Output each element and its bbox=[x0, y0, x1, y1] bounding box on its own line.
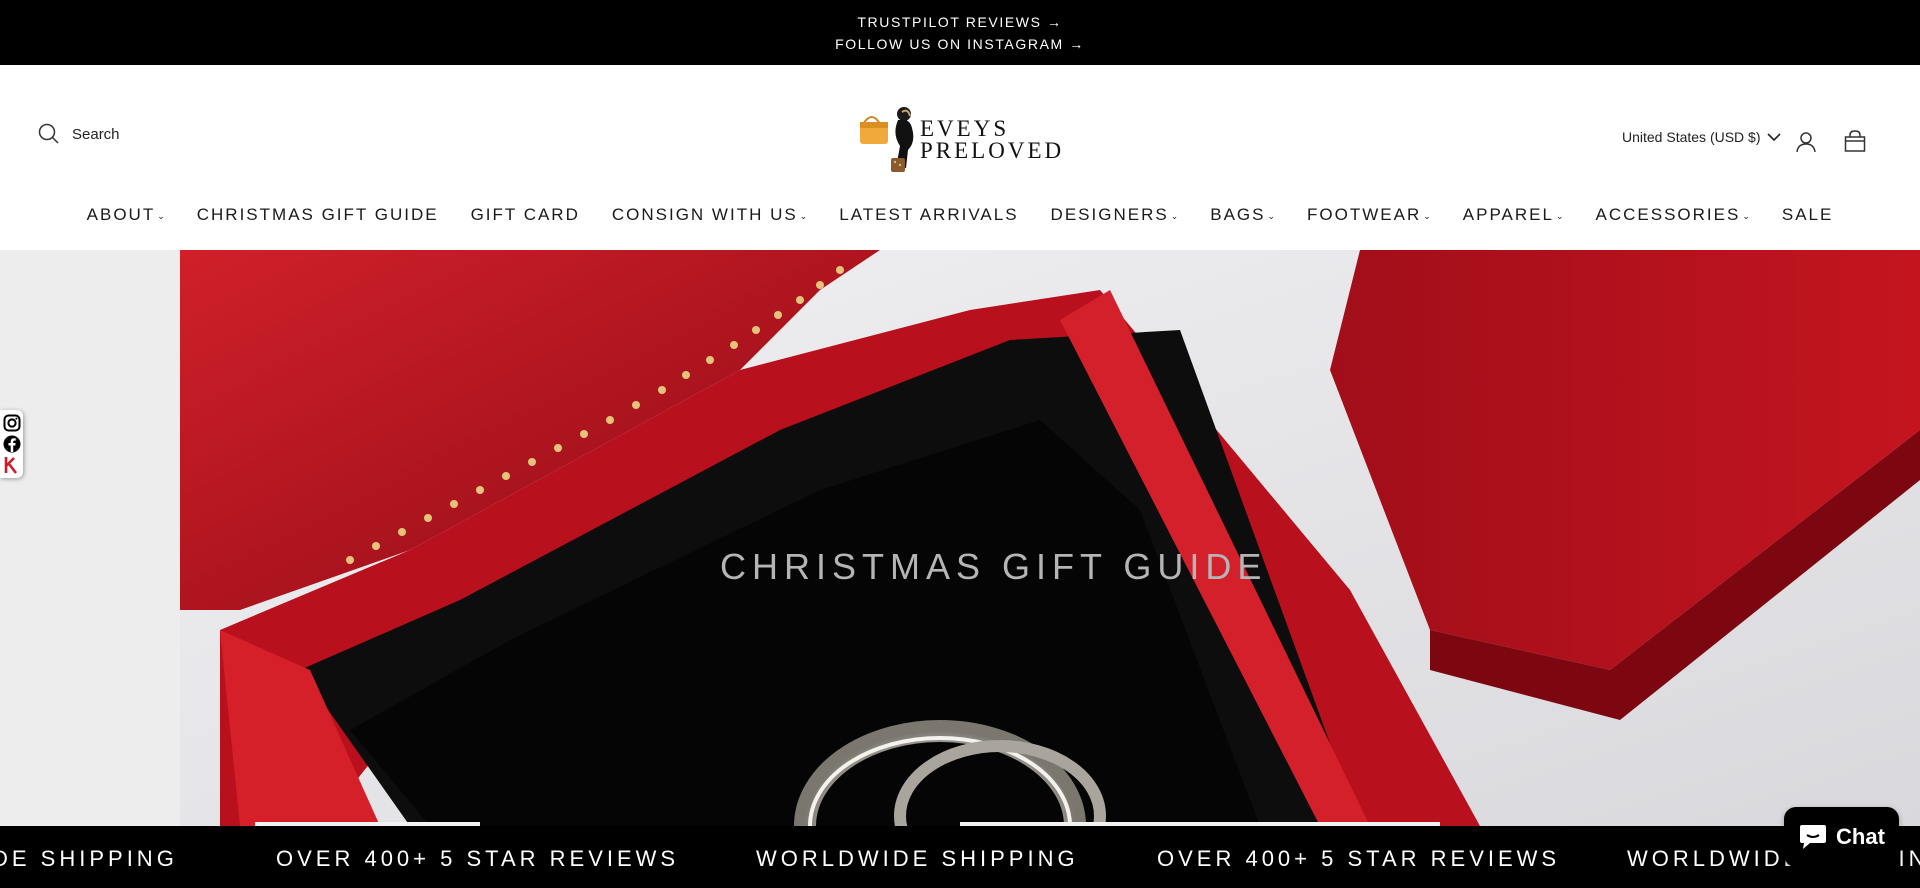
chevron-down-icon: ⌄ bbox=[799, 210, 808, 221]
logo-illustration-icon bbox=[860, 107, 914, 172]
cart-button[interactable] bbox=[1843, 129, 1867, 158]
chevron-down-icon: ⌄ bbox=[1555, 210, 1564, 221]
nav-item-gift-card[interactable]: GIFT CARD bbox=[455, 205, 596, 225]
currency-label: United States (USD $) bbox=[1622, 129, 1761, 145]
marquee-item: OVER 400+ 5 STAR REVIEWS bbox=[1157, 846, 1561, 871]
chat-bubble-icon bbox=[1800, 825, 1827, 849]
site-header: Search EVEYS PRELOVED United States (USD… bbox=[0, 65, 1920, 250]
chevron-down-icon bbox=[1766, 133, 1781, 142]
chat-label: Chat bbox=[1836, 824, 1885, 849]
hero-image: CHRISTMAS GIFT GUIDE bbox=[180, 250, 1920, 826]
search-button[interactable]: Search bbox=[38, 123, 120, 145]
account-icon bbox=[1796, 132, 1816, 153]
nav-item-about[interactable]: ABOUT ⌄ bbox=[71, 205, 181, 225]
chevron-down-icon: ⌄ bbox=[1742, 210, 1750, 221]
search-label: Search bbox=[72, 125, 120, 143]
marquee-item: OVER 400+ 5 STAR REVIEWS bbox=[276, 846, 680, 871]
nav-item-christmas-gift-guide[interactable]: CHRISTMAS GIFT GUIDE bbox=[181, 205, 455, 225]
nav-label: FOOTWEAR bbox=[1307, 205, 1422, 224]
nav-item-footwear[interactable]: FOOTWEAR ⌄ bbox=[1291, 205, 1447, 225]
chat-button[interactable]: Chat bbox=[1784, 807, 1899, 867]
logo-wordmark: EVEYS PRELOVED bbox=[920, 116, 1065, 163]
hero-slideshow[interactable]: CHRISTMAS GIFT GUIDE bbox=[0, 250, 1920, 826]
instagram-link[interactable]: FOLLOW US ON INSTAGRAM → bbox=[835, 36, 1085, 52]
instagram-icon[interactable] bbox=[3, 414, 21, 432]
facebook-icon[interactable] bbox=[3, 435, 21, 453]
nav-label: ACCESSORIES bbox=[1595, 205, 1741, 224]
nav-label: BAGS bbox=[1210, 205, 1266, 224]
announcement-bar: TRUSTPILOT REVIEWS → FOLLOW US ON INSTAG… bbox=[0, 0, 1920, 65]
nav-item-apparel[interactable]: APPAREL ⌄ bbox=[1447, 205, 1580, 225]
nav-item-accessories[interactable]: ACCESSORIES ⌄ bbox=[1580, 205, 1766, 225]
nav-item-designers[interactable]: DESIGNERS ⌄ bbox=[1035, 205, 1195, 225]
nav-label: SALE bbox=[1781, 205, 1834, 224]
nav-label: LATEST ARRIVALS bbox=[839, 205, 1019, 224]
marquee-item: WORLDWIDE SHIPPING bbox=[756, 846, 1079, 871]
logo-line-1: EVEYS bbox=[920, 116, 1010, 141]
marquee-strip: DE SHIPPING OVER 400+ 5 STAR REVIEWS WOR… bbox=[0, 826, 1920, 888]
nav-item-consign-with-us[interactable]: CONSIGN WITH US ⌄ bbox=[596, 205, 823, 225]
main-nav: ABOUT ⌄ CHRISTMAS GIFT GUIDE GIFT CARD CO… bbox=[0, 205, 1920, 225]
account-button[interactable] bbox=[1795, 131, 1817, 158]
site-logo[interactable]: EVEYS PRELOVED bbox=[858, 102, 1062, 178]
social-sidebar bbox=[0, 410, 23, 478]
nav-label: ABOUT bbox=[86, 205, 156, 224]
nav-item-sale[interactable]: SALE bbox=[1766, 205, 1849, 225]
nav-label: CHRISTMAS GIFT GUIDE bbox=[196, 205, 439, 224]
chevron-down-icon: ⌄ bbox=[157, 210, 165, 221]
chevron-down-icon: ⌄ bbox=[1267, 210, 1276, 221]
logo-line-2: PRELOVED bbox=[920, 138, 1065, 163]
chevron-down-icon: ⌄ bbox=[1170, 210, 1179, 221]
ring-box-illustration bbox=[180, 250, 1920, 826]
marquee-item: DE SHIPPING bbox=[0, 846, 178, 871]
nav-label: APPAREL bbox=[1462, 205, 1554, 224]
cart-icon bbox=[1844, 130, 1866, 152]
trustpilot-link[interactable]: TRUSTPILOT REVIEWS → bbox=[857, 14, 1062, 30]
hero-title[interactable]: CHRISTMAS GIFT GUIDE bbox=[720, 546, 1267, 588]
chevron-down-icon: ⌄ bbox=[1423, 210, 1431, 221]
currency-selector[interactable]: United States (USD $) bbox=[1622, 129, 1781, 145]
search-icon bbox=[38, 123, 59, 144]
nav-label: CONSIGN WITH US bbox=[611, 205, 798, 224]
nav-label: DESIGNERS bbox=[1050, 205, 1169, 224]
nav-item-bags[interactable]: BAGS ⌄ bbox=[1194, 205, 1291, 225]
klarna-icon[interactable] bbox=[3, 456, 21, 475]
nav-label: GIFT CARD bbox=[470, 205, 580, 224]
nav-item-latest-arrivals[interactable]: LATEST ARRIVALS bbox=[823, 205, 1034, 225]
